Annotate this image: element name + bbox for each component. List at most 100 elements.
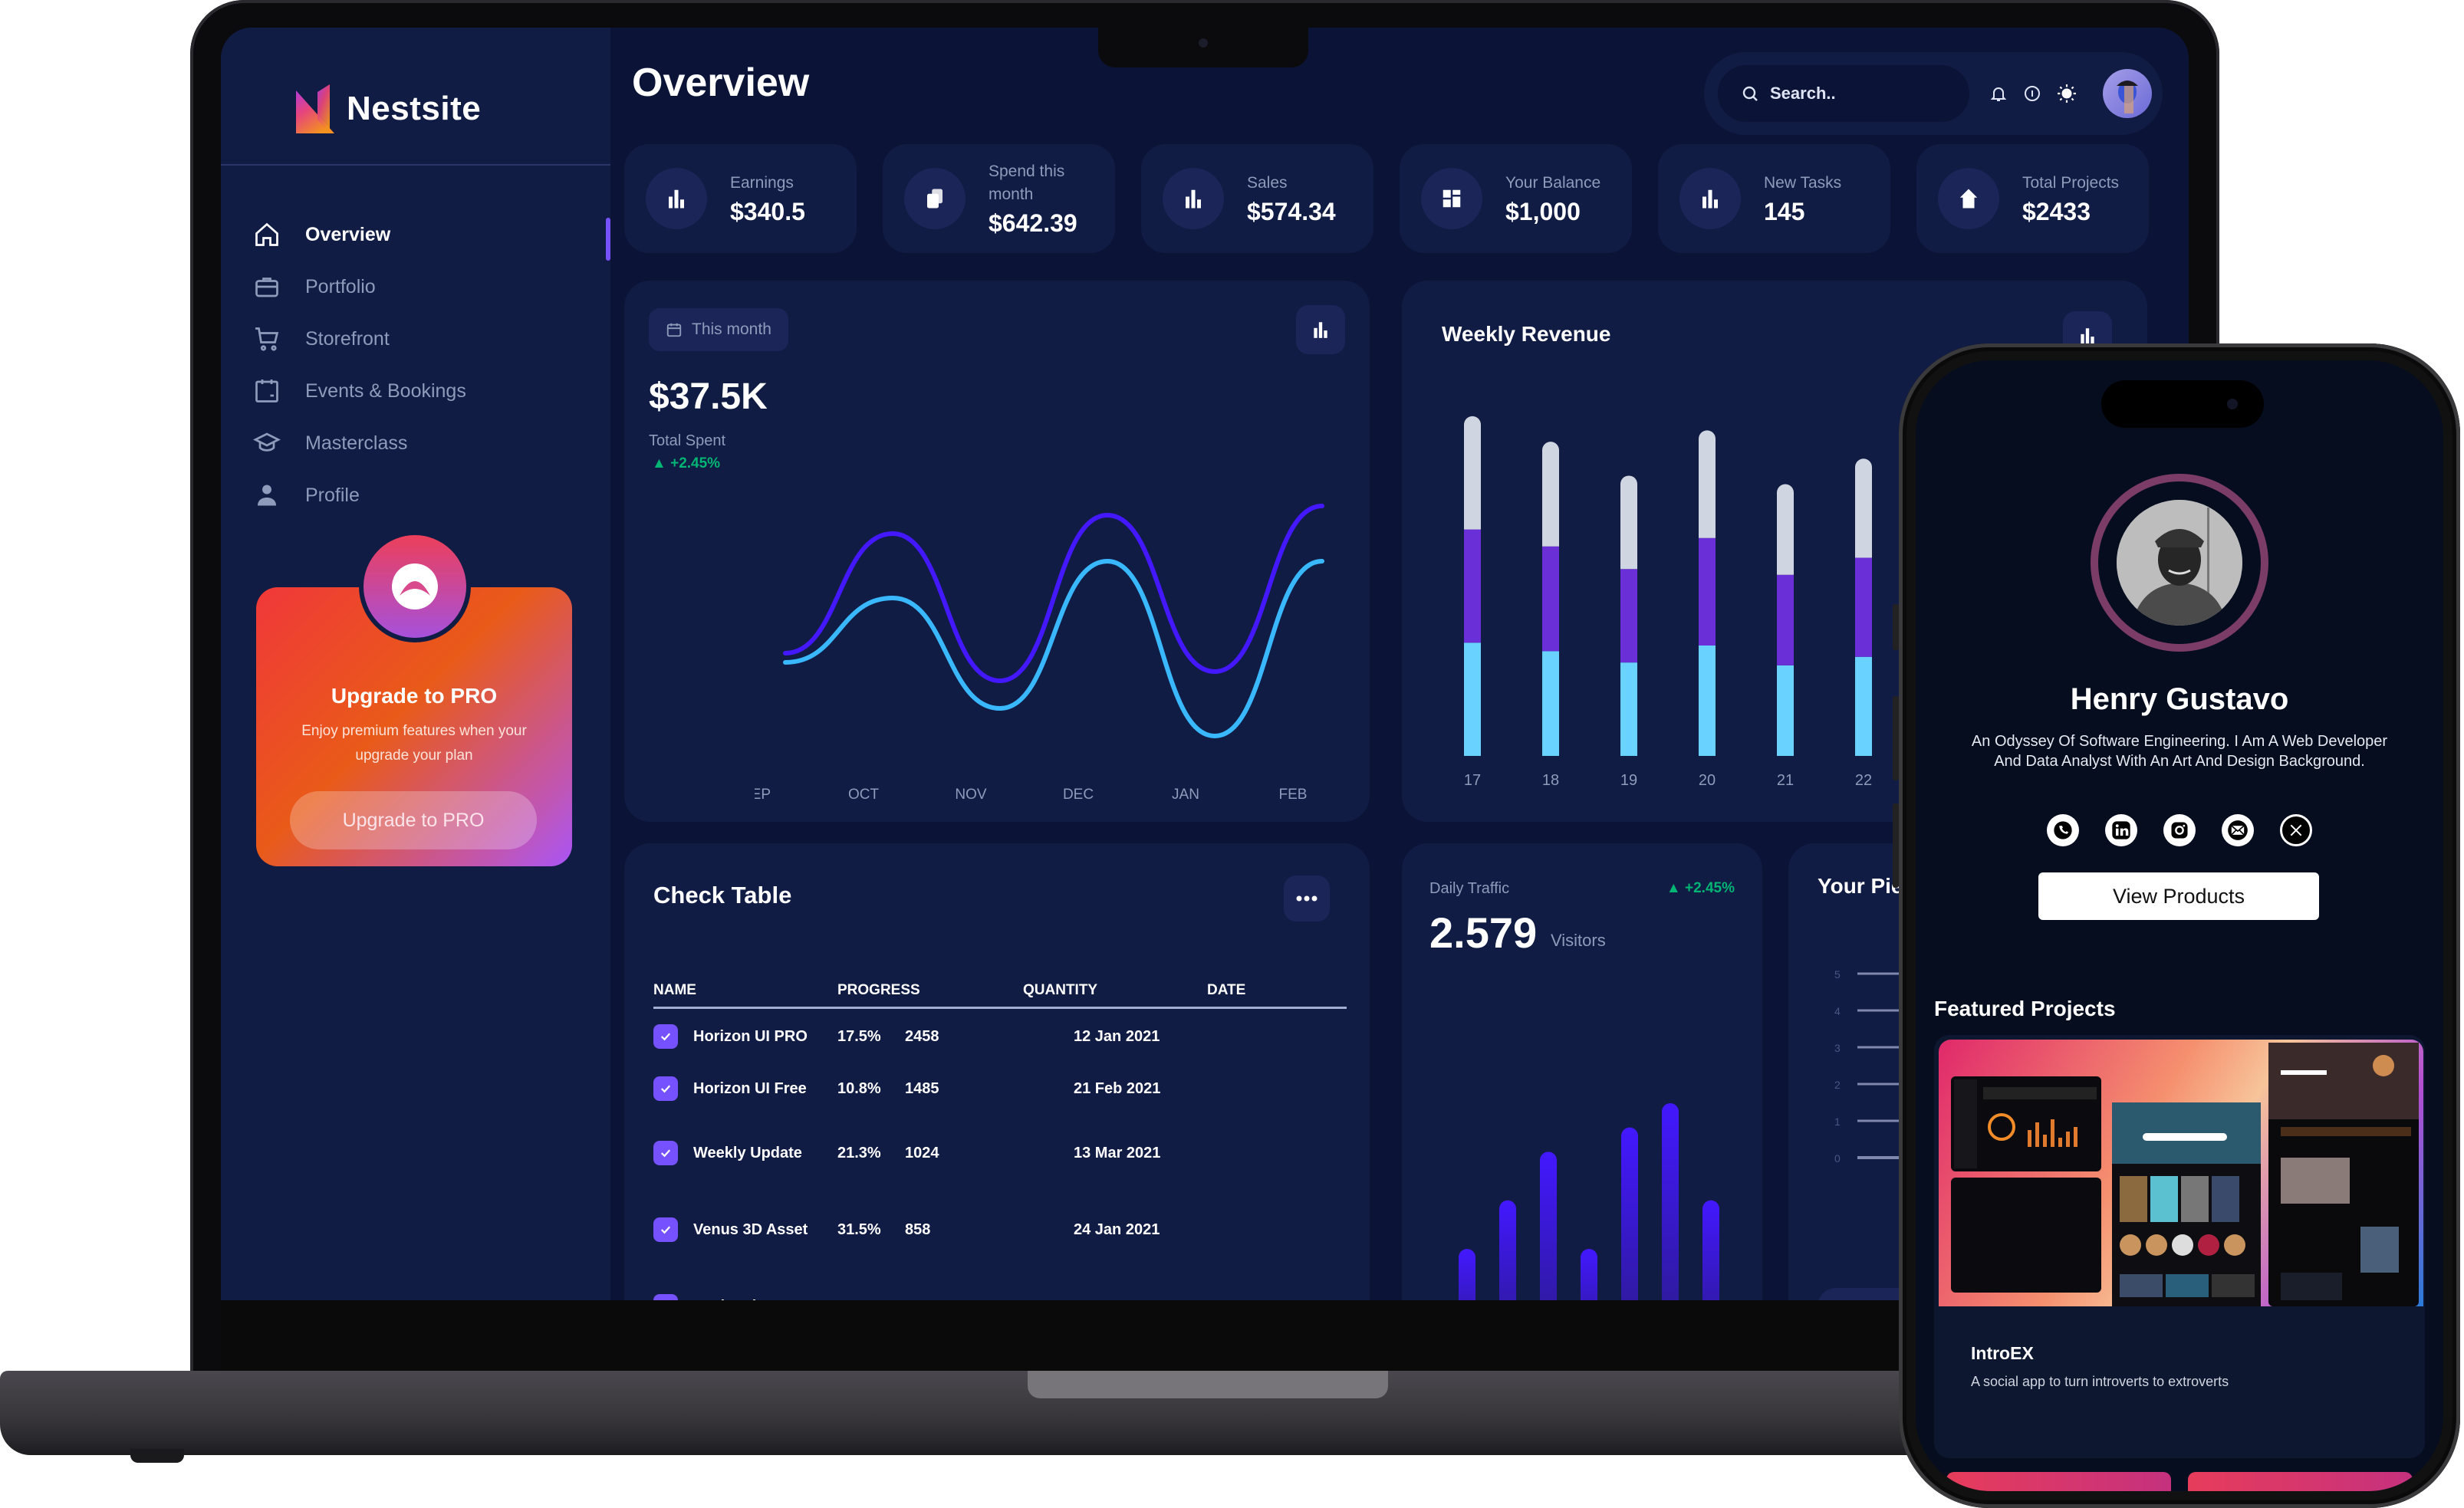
sidebar-item-masterclass[interactable]: Masterclass xyxy=(252,417,610,469)
column-header-date[interactable]: DATE xyxy=(1207,982,1245,999)
table-row[interactable]: Horizon UI PRO 17.5% 2458 12 Jan 2021 xyxy=(653,1010,1347,1063)
column-header-progress[interactable]: PROGRESS xyxy=(837,982,1023,999)
linkedin-icon[interactable] xyxy=(2105,814,2137,846)
cell-name: Marketplace xyxy=(653,1294,837,1300)
cell-date: 21 Feb 2021 xyxy=(1074,1079,1161,1097)
stat-card-spend[interactable]: Spend this month $642.39 xyxy=(883,144,1115,253)
table-row[interactable]: Venus 3D Asset 31.5% 858 24 Jan 2021 xyxy=(653,1191,1347,1268)
preview-landing xyxy=(2268,1043,2419,1306)
search-input[interactable] xyxy=(1770,84,1969,103)
x-tick-label: DEC xyxy=(1063,787,1094,803)
weekly-revenue-title: Weekly Revenue xyxy=(1442,322,1611,346)
bar-segment-top xyxy=(1542,442,1559,547)
search-box[interactable] xyxy=(1718,65,1969,122)
bar-segment-top xyxy=(1699,430,1716,538)
cell-name: Horizon UI Free xyxy=(653,1076,837,1101)
sidebar-item-overview[interactable]: Overview xyxy=(252,209,610,261)
line-chart: SEP OCT NOV DEC JAN FEB xyxy=(755,504,1324,803)
y-tick-label: 1 xyxy=(1834,1115,1841,1128)
pie-card-title: Your Pie xyxy=(1818,874,1903,898)
table-row[interactable]: Marketplace12.2%25824 Oct 2022 xyxy=(653,1268,1347,1300)
mail-icon[interactable] xyxy=(2222,814,2254,846)
info-icon[interactable] xyxy=(2023,84,2041,103)
brand[interactable]: Nestsite xyxy=(294,83,481,135)
x-icon[interactable] xyxy=(2280,814,2312,846)
row-checkbox[interactable] xyxy=(653,1217,678,1242)
x-tick-label: JAN xyxy=(1172,787,1199,803)
graduation-cap-icon xyxy=(252,428,282,458)
upgrade-badge xyxy=(359,531,471,642)
x-tick-label: FEB xyxy=(1279,787,1308,803)
device-mockup: Nestsite Overview Portfolio Storefront E… xyxy=(0,0,2464,1508)
bar-segment-middle xyxy=(1699,537,1716,646)
phone-side-button xyxy=(1893,604,1899,650)
project-name: IntroEX xyxy=(1971,1343,2034,1363)
stat-card-projects[interactable]: Total Projects $2433 xyxy=(1916,144,2149,253)
daily-traffic-card: Daily Traffic ▲ +2.45% 2.579 Visitors 00… xyxy=(1402,843,1762,1300)
laptop-chin xyxy=(221,1300,2189,1377)
cell-quantity: 858 xyxy=(905,1221,931,1238)
x-tick-label: 17 xyxy=(1464,772,1481,789)
column-header-name[interactable]: NAME xyxy=(653,982,837,999)
project-card[interactable]: IntroEX A social app to turn introverts … xyxy=(1934,1035,2425,1458)
total-spent-card: This month $37.5K Total Spent ▲ +2.45% S… xyxy=(624,281,1370,822)
row-checkbox[interactable] xyxy=(653,1076,678,1101)
period-selector[interactable]: This month xyxy=(649,308,788,351)
sidebar-item-storefront[interactable]: Storefront xyxy=(252,313,610,365)
cell-date: 24 Jan 2021 xyxy=(1074,1221,1160,1238)
bar-segment-middle xyxy=(1855,557,1872,657)
sidebar-item-profile[interactable]: Profile xyxy=(252,469,610,521)
check-icon xyxy=(660,1033,671,1041)
whatsapp-icon[interactable] xyxy=(2047,814,2079,846)
page-title: Overview xyxy=(632,61,810,105)
traffic-bar xyxy=(1662,1103,1679,1300)
bar-segment-middle xyxy=(1777,574,1794,665)
traffic-bar xyxy=(1581,1249,1597,1300)
x-tick-label: NOV xyxy=(955,787,987,803)
bar-segment-top xyxy=(1464,416,1481,530)
table-row[interactable]: Horizon UI Free 10.8% 1485 21 Feb 2021 xyxy=(653,1063,1347,1115)
brand-name: Nestsite xyxy=(347,90,482,127)
active-indicator xyxy=(606,218,610,261)
bar-chart-icon xyxy=(1163,168,1224,229)
stat-card-balance[interactable]: Your Balance $1,000 xyxy=(1400,144,1632,253)
traffic-bar xyxy=(1540,1152,1557,1300)
view-products-button[interactable]: View Products xyxy=(2038,872,2319,920)
home-icon xyxy=(252,219,282,250)
cell-name-text: Venus 3D Asset xyxy=(693,1221,808,1238)
project-description: A social app to turn introverts to extro… xyxy=(1971,1374,2229,1389)
camera-icon xyxy=(2227,399,2238,409)
check-icon xyxy=(660,1149,671,1158)
bottom-card xyxy=(2188,1472,2413,1491)
brand-logo-icon xyxy=(294,83,336,135)
row-checkbox[interactable] xyxy=(653,1024,678,1049)
sidebar-item-events[interactable]: Events & Bookings xyxy=(252,365,610,417)
sidebar-item-portfolio[interactable]: Portfolio xyxy=(252,261,610,313)
stats-row: Earnings $340.5 Spend this month $642.39 S… xyxy=(624,144,2149,253)
cart-icon xyxy=(252,324,282,354)
profile-bio: An Odyssey Of Software Engineering. I Am… xyxy=(1971,733,2388,770)
row-checkbox[interactable] xyxy=(653,1141,678,1165)
bell-icon[interactable] xyxy=(1989,84,2008,103)
table-row[interactable]: Weekly Update 21.3% 1024 13 Mar 2021 xyxy=(653,1115,1347,1191)
instagram-icon[interactable] xyxy=(2163,814,2196,846)
arrow-up-icon: ▲ xyxy=(652,455,671,471)
more-options-button[interactable] xyxy=(1284,876,1330,922)
user-icon xyxy=(252,480,282,511)
stat-card-tasks[interactable]: New Tasks 145 xyxy=(1658,144,1890,253)
row-checkbox[interactable] xyxy=(653,1294,678,1300)
bar-chart-icon xyxy=(1679,168,1741,229)
x-tick-label: SEP xyxy=(755,787,771,803)
profile-name: Henry Gustavo xyxy=(2070,682,2289,716)
stat-card-sales[interactable]: Sales $574.34 xyxy=(1141,144,1373,253)
column-header-quantity[interactable]: QUANTITY xyxy=(1023,982,1207,999)
social-links xyxy=(1916,814,2443,846)
avatar[interactable] xyxy=(2103,69,2152,118)
x-tick-label: 22 xyxy=(1855,772,1872,789)
chart-options-button[interactable] xyxy=(1296,305,1345,354)
sun-icon[interactable] xyxy=(2057,84,2077,103)
upgrade-button[interactable]: Upgrade to PRO xyxy=(290,791,537,849)
calendar-icon xyxy=(666,323,682,337)
stat-card-earnings[interactable]: Earnings $340.5 xyxy=(624,144,857,253)
cell-name-text: Weekly Update xyxy=(693,1145,802,1161)
